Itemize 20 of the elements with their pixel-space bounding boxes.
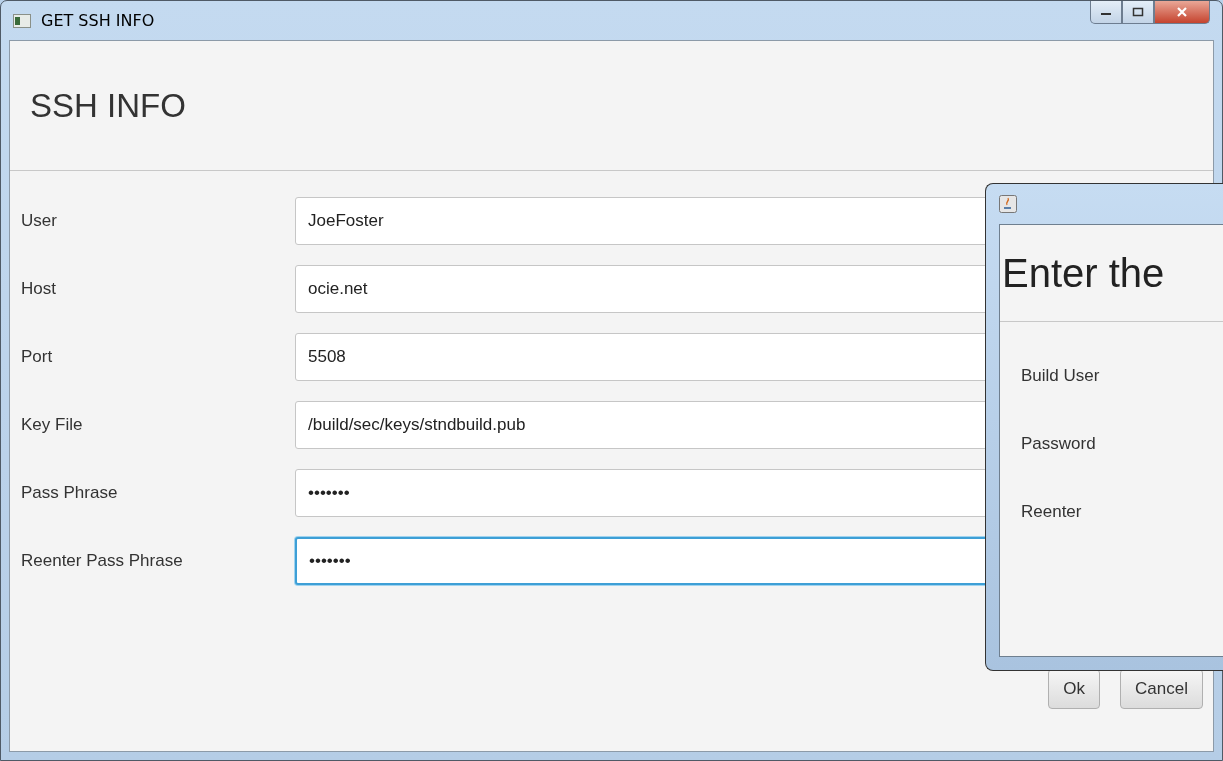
header-title: SSH INFO: [30, 86, 186, 125]
field-label: User: [21, 211, 58, 231]
maximize-icon: [1132, 7, 1144, 17]
cancel-button[interactable]: Cancel: [1120, 669, 1203, 709]
ok-button[interactable]: Ok: [1048, 669, 1101, 709]
field-label: Password: [1021, 434, 1097, 454]
maximize-button[interactable]: [1122, 1, 1154, 24]
minimize-button[interactable]: [1090, 1, 1122, 24]
field-label: Reenter: [1021, 502, 1083, 522]
window-title: GET SSH INFO: [41, 11, 155, 30]
field-label: Port: [21, 347, 54, 367]
field-label: Build User: [1021, 366, 1101, 386]
close-button[interactable]: [1154, 1, 1210, 24]
field-label: Key File: [21, 415, 84, 435]
dialog-heading: Enter the: [1002, 250, 1165, 296]
close-icon: [1176, 7, 1188, 17]
window-icon: [13, 13, 31, 28]
field-label: Pass Phrase: [21, 483, 119, 503]
field-label: Host: [21, 279, 57, 299]
field-label: Reenter Pass Phrase: [21, 551, 184, 571]
